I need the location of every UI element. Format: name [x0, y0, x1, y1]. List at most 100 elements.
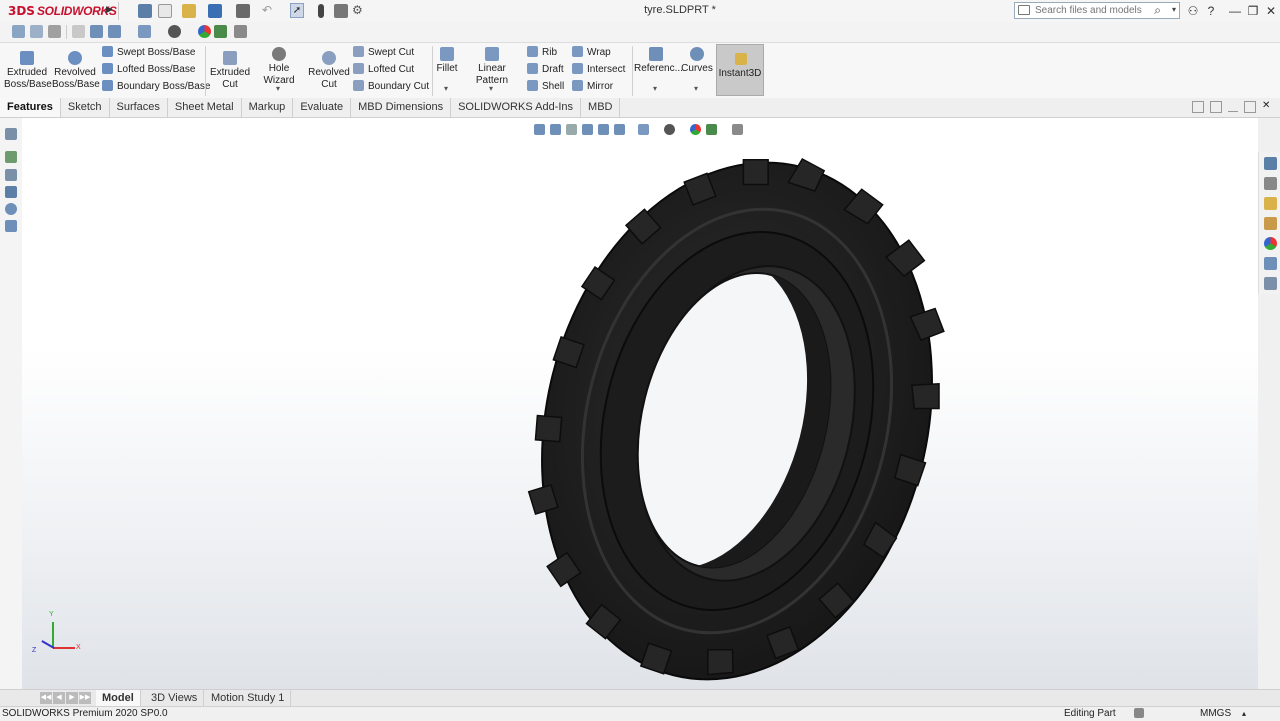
- extruded-boss-button[interactable]: Extruded Boss/Base: [4, 51, 52, 91]
- viewport-minimize-icon[interactable]: [1228, 101, 1238, 112]
- tab-mbd[interactable]: MBD: [581, 98, 621, 117]
- next-tab-icon[interactable]: ▶: [66, 692, 78, 704]
- lofted-cut-button[interactable]: Lofted Cut: [353, 63, 414, 77]
- display-manager-icon[interactable]: [5, 203, 17, 215]
- feature-tree-icon[interactable]: [5, 128, 17, 140]
- previous-view-icon[interactable]: [566, 123, 577, 135]
- revolved-cut-button[interactable]: Revolved Cut: [308, 51, 350, 91]
- zoom-to-fit-icon[interactable]: [12, 25, 25, 38]
- help-button[interactable]: ?: [1202, 3, 1220, 19]
- print-icon[interactable]: [236, 4, 250, 18]
- menu-expand-icon[interactable]: ▶: [106, 4, 113, 15]
- open-folder-icon[interactable]: [182, 4, 196, 18]
- rib-button[interactable]: Rib: [527, 46, 557, 60]
- fillet-dropdown-icon[interactable]: ▾: [444, 84, 448, 93]
- minimize-button[interactable]: —: [1226, 3, 1244, 19]
- file-properties-icon[interactable]: [334, 4, 348, 18]
- edit-appearance-icon[interactable]: [690, 123, 701, 135]
- design-library-icon[interactable]: [1264, 177, 1277, 190]
- view-settings-icon[interactable]: [732, 123, 743, 135]
- tab-model[interactable]: Model: [96, 690, 141, 707]
- hole-wizard-dropdown-icon[interactable]: ▾: [276, 84, 280, 93]
- tab-evaluate[interactable]: Evaluate: [293, 98, 352, 117]
- display-style-icon[interactable]: [638, 123, 649, 135]
- tab-motion-study[interactable]: Motion Study 1: [205, 690, 292, 707]
- graphics-viewport[interactable]: Y X Z: [22, 118, 1258, 689]
- reference-dropdown-icon[interactable]: ▾: [653, 84, 657, 93]
- rebuild-icon[interactable]: [318, 4, 324, 18]
- rebuild-status-icon[interactable]: [1134, 708, 1144, 718]
- tab-sketch[interactable]: Sketch: [61, 98, 110, 117]
- zoom-area-icon[interactable]: [550, 123, 561, 135]
- appearances-icon[interactable]: [1264, 237, 1277, 250]
- file-explorer-icon[interactable]: [1264, 197, 1277, 210]
- boundary-cut-button[interactable]: Boundary Cut: [353, 80, 429, 94]
- swept-boss-button[interactable]: Swept Boss/Base: [102, 46, 195, 60]
- zoom-fit-icon[interactable]: [534, 123, 545, 135]
- restore-button[interactable]: ❐: [1244, 3, 1262, 19]
- search-dropdown-icon[interactable]: ▾: [1172, 5, 1176, 14]
- unit-system[interactable]: MMGS: [1200, 707, 1231, 721]
- prev-tab-icon[interactable]: ◀: [53, 692, 65, 704]
- dynamic-annotation-icon[interactable]: [90, 25, 103, 38]
- view-settings-icon[interactable]: [234, 25, 247, 38]
- tyre-3d-model[interactable]: [502, 136, 962, 696]
- tab-surfaces[interactable]: Surfaces: [110, 98, 168, 117]
- display-style-icon[interactable]: [138, 25, 151, 38]
- home-icon[interactable]: [138, 4, 152, 18]
- linear-pattern-button[interactable]: Linear Pattern: [462, 47, 522, 87]
- linear-pattern-dropdown-icon[interactable]: ▾: [489, 84, 493, 93]
- units-dropdown-icon[interactable]: ▴: [1242, 707, 1246, 721]
- tab-features[interactable]: Features: [0, 98, 61, 117]
- apply-scene-icon[interactable]: [214, 25, 227, 38]
- search-input[interactable]: [1035, 5, 1155, 16]
- edit-appearance-icon[interactable]: [198, 25, 211, 38]
- curves-dropdown-icon[interactable]: ▾: [694, 84, 698, 93]
- lofted-boss-button[interactable]: Lofted Boss/Base: [102, 63, 195, 77]
- configuration-manager-icon[interactable]: [5, 169, 17, 181]
- save-icon[interactable]: [208, 4, 222, 18]
- last-tab-icon[interactable]: ▶▶: [79, 692, 91, 704]
- draft-button[interactable]: Draft: [527, 63, 564, 77]
- tab-solidworks-addins[interactable]: SOLIDWORKS Add-Ins: [451, 98, 582, 117]
- options-gear-icon[interactable]: ⚙: [352, 3, 363, 17]
- hide-show-items-icon[interactable]: [168, 25, 181, 38]
- search-box[interactable]: ⌕ ▾: [1014, 2, 1180, 19]
- tab-3d-views[interactable]: 3D Views: [145, 690, 205, 707]
- hole-wizard-button[interactable]: Hole Wizard: [252, 47, 306, 87]
- tab-markup[interactable]: Markup: [242, 98, 294, 117]
- boundary-boss-button[interactable]: Boundary Boss/Base: [102, 80, 210, 94]
- cam-manager-icon[interactable]: [5, 220, 17, 232]
- previous-view-icon[interactable]: [48, 25, 61, 38]
- reference-geometry-button[interactable]: Referenc...: [634, 47, 683, 75]
- new-document-icon[interactable]: [158, 4, 172, 18]
- hide-show-icon[interactable]: [664, 123, 675, 135]
- fillet-button[interactable]: Fillet: [435, 47, 459, 75]
- shell-button[interactable]: Shell: [527, 80, 564, 94]
- float-window-icon[interactable]: [1210, 101, 1222, 113]
- select-cursor-icon[interactable]: ➚: [290, 3, 304, 18]
- section-view-icon[interactable]: [72, 25, 85, 38]
- wrap-button[interactable]: Wrap: [572, 46, 611, 60]
- revolved-boss-button[interactable]: Revolved Boss/Base: [52, 51, 100, 91]
- curves-button[interactable]: Curves: [680, 47, 714, 75]
- property-manager-icon[interactable]: [5, 151, 17, 163]
- mirror-button[interactable]: Mirror: [572, 80, 613, 94]
- extruded-cut-button[interactable]: Extruded Cut: [208, 51, 252, 91]
- intersect-button[interactable]: Intersect: [572, 63, 625, 77]
- tile-window-icon[interactable]: [1192, 101, 1204, 113]
- instant3d-button[interactable]: Instant3D: [716, 44, 764, 96]
- viewport-close-icon[interactable]: ✕: [1262, 101, 1272, 111]
- view-orientation-icon[interactable]: [614, 123, 625, 135]
- first-tab-icon[interactable]: ◀◀: [40, 692, 52, 704]
- apply-scene-icon[interactable]: [706, 123, 717, 135]
- forum-icon[interactable]: [1264, 277, 1277, 290]
- zoom-area-icon[interactable]: [30, 25, 43, 38]
- view-orientation-icon[interactable]: [108, 25, 121, 38]
- viewport-maximize-icon[interactable]: [1244, 101, 1256, 113]
- tab-mbd-dimensions[interactable]: MBD Dimensions: [351, 98, 452, 117]
- undo-icon[interactable]: ↶: [262, 3, 272, 17]
- solidworks-logo[interactable]: 3DS SOLIDWORKS: [8, 3, 117, 19]
- dynamic-annotation-icon[interactable]: [598, 123, 609, 135]
- solidworks-resources-icon[interactable]: [1264, 157, 1277, 170]
